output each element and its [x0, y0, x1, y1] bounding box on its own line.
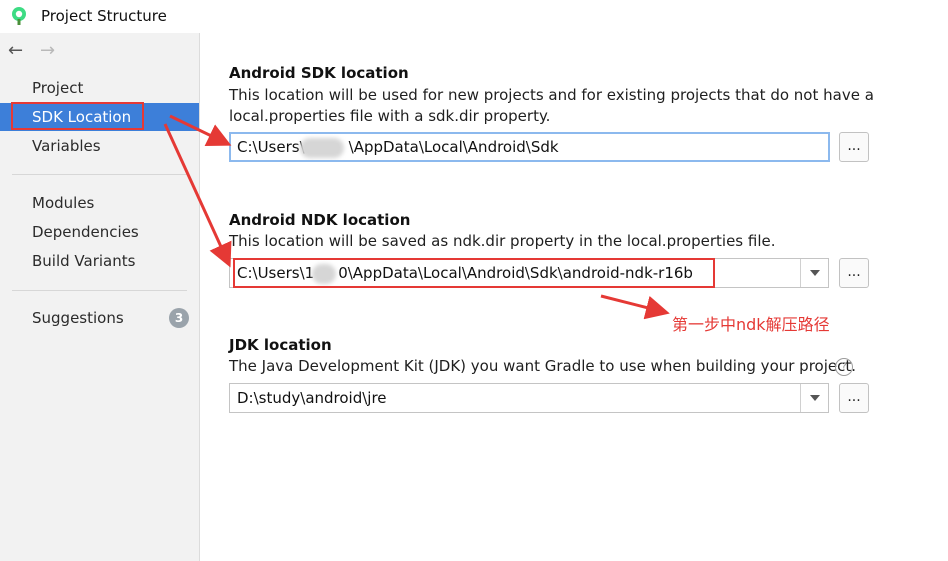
sidebar-item-build-variants[interactable]: Build Variants [0, 247, 199, 275]
sdk-browse-button[interactable]: ... [839, 132, 869, 162]
android-studio-icon [12, 7, 26, 25]
sidebar-item-modules[interactable]: Modules [0, 189, 199, 217]
title-bar: Project Structure [0, 0, 948, 33]
question-circle-icon[interactable]: ? [835, 358, 853, 376]
arrow-from-label [600, 294, 670, 320]
ndk-browse-button[interactable]: ... [839, 258, 869, 288]
chevron-down-icon[interactable] [800, 384, 828, 412]
ndk-section-title: Android NDK location [229, 211, 411, 229]
sidebar-divider [12, 290, 187, 291]
sdk-description-line2: local.properties file with a sdk.dir pro… [229, 107, 551, 125]
annotation-label: 第一步中ndk解压路径 [672, 315, 830, 334]
sidebar-item-dependencies[interactable]: Dependencies [0, 218, 199, 246]
jdk-section-title: JDK location [229, 336, 332, 354]
jdk-description: The Java Development Kit (JDK) you want … [229, 357, 857, 375]
arrow-right-icon[interactable]: → [40, 41, 55, 61]
sdk-path-start: C:\Users\ [237, 138, 305, 156]
redaction-blur [300, 138, 344, 158]
sidebar-item-variables[interactable]: Variables [0, 132, 199, 160]
sdk-path-input[interactable]: C:\Users\ \AppData\Local\Android\Sdk [229, 132, 830, 162]
annotation-highlight-sdk-location [11, 102, 144, 130]
window-title: Project Structure [41, 7, 167, 25]
sidebar-divider [12, 174, 187, 175]
chevron-down-icon[interactable] [800, 259, 828, 287]
jdk-path-combobox[interactable]: D:\study\android\jre [229, 383, 829, 413]
annotation-highlight-ndk-path [233, 258, 715, 288]
sidebar-item-project[interactable]: Project [0, 74, 199, 102]
sdk-description-line1: This location will be used for new proje… [229, 86, 874, 104]
arrow-left-icon[interactable]: ← [8, 41, 23, 61]
jdk-browse-button[interactable]: ... [839, 383, 869, 413]
sdk-section-title: Android SDK location [229, 64, 409, 82]
ndk-description: This location will be saved as ndk.dir p… [229, 232, 776, 250]
sdk-path-end: \AppData\Local\Android\Sdk [348, 138, 559, 156]
suggestions-count-badge: 3 [169, 308, 189, 328]
jdk-path-value: D:\study\android\jre [237, 389, 387, 407]
